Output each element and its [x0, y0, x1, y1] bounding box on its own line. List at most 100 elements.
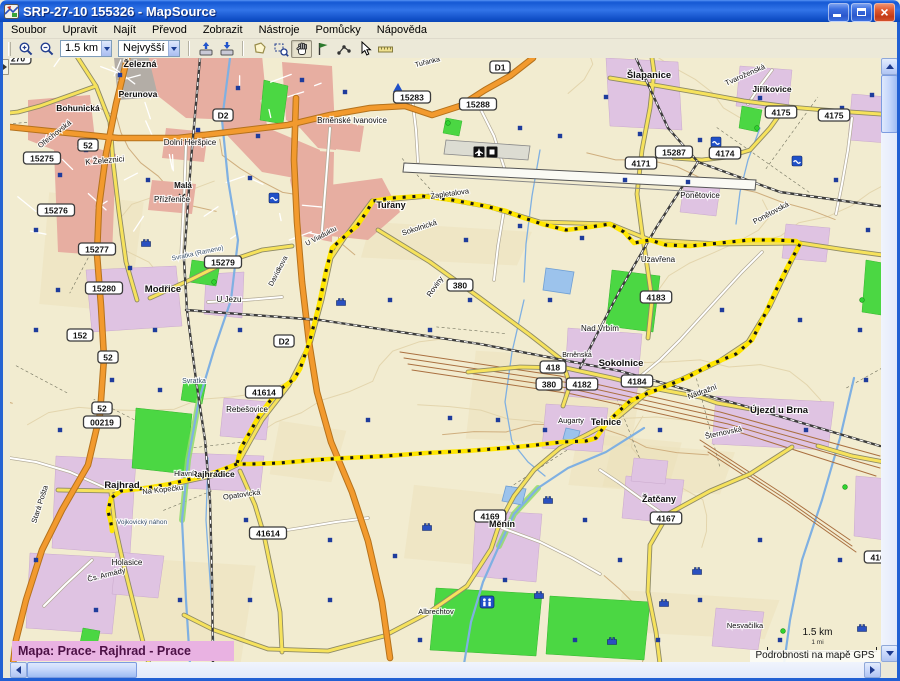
road-shield: 270 [10, 58, 31, 64]
svg-text:Rebešovice: Rebešovice [226, 405, 268, 414]
zoom-out-icon [39, 41, 55, 57]
poi-square-icon [118, 73, 122, 77]
poi-square-icon [300, 78, 304, 82]
svg-text:4184: 4184 [628, 376, 647, 386]
poi-square-icon [178, 598, 182, 602]
scale-combo-button[interactable] [101, 41, 111, 56]
poi-square-icon [158, 388, 162, 392]
poi-square-icon [720, 308, 724, 312]
scroll-left-button[interactable] [10, 662, 27, 678]
menu-item-zobrazit[interactable]: Zobrazit [195, 22, 251, 39]
svg-text:41614: 41614 [256, 528, 280, 538]
scroll-down-button[interactable] [881, 645, 898, 662]
mapsource-window: SRP-27-10 155326 - MapSource × Soubor Up… [0, 0, 900, 681]
road-shield: D2 [213, 109, 233, 121]
poi-square-icon [34, 558, 38, 562]
map-tool-button[interactable] [249, 40, 270, 58]
road-shield: 380 [536, 378, 562, 390]
scroll-up-button[interactable] [881, 58, 898, 75]
zoom-region-tool-button[interactable] [270, 40, 291, 58]
poi-square-icon [858, 328, 862, 332]
scrollbar-corner [881, 662, 898, 678]
poi-square-icon [804, 428, 808, 432]
svg-text:15279: 15279 [211, 257, 235, 267]
hand-pan-icon [294, 41, 310, 57]
menu-item-nastroje[interactable]: Nástroje [251, 22, 308, 39]
poi-square-icon [758, 538, 762, 542]
hand-pan-tool-button[interactable] [291, 40, 312, 58]
svg-text:4171: 4171 [632, 158, 651, 168]
app-icon [4, 4, 19, 19]
menu-bar: Soubor Upravit Najít Převod Zobrazit Nás… [3, 22, 897, 39]
menu-item-prevod[interactable]: Převod [144, 22, 195, 39]
svg-text:Rajhradice: Rajhradice [191, 469, 235, 479]
road-shield: 15276 [38, 204, 75, 216]
airport-icon [487, 147, 498, 158]
route-tool-button[interactable] [333, 40, 354, 58]
map-scale-value: 1.5 km [61, 41, 101, 56]
detail-combo-button[interactable] [168, 41, 179, 56]
svg-text:4166: 4166 [871, 552, 881, 562]
chevron-down-icon [104, 47, 110, 51]
svg-text:Bohunická: Bohunická [56, 103, 100, 113]
poi-square-icon [196, 128, 200, 132]
svg-text:4167: 4167 [657, 513, 676, 523]
scroll-right-button[interactable] [864, 662, 881, 678]
horizontal-scroll-thumb[interactable] [27, 662, 137, 678]
poi-square-icon [698, 138, 702, 142]
svg-text:Tuřany: Tuřany [376, 200, 405, 210]
menu-item-upravit[interactable]: Upravit [54, 22, 105, 39]
map-tool-icon [252, 41, 268, 57]
zoom-region-tool-icon [273, 41, 289, 57]
poi-square-icon [256, 134, 260, 138]
waypoint-flag-tool-button[interactable] [312, 40, 333, 58]
close-button[interactable]: × [874, 3, 895, 22]
green-dot-icon [212, 280, 217, 285]
distance-ruler-tool-button[interactable] [375, 40, 396, 58]
horizontal-scrollbar[interactable] [10, 662, 881, 678]
road-shield: D2 [274, 335, 294, 347]
svg-text:Měnín: Měnín [489, 519, 515, 529]
svg-text:52: 52 [83, 140, 93, 150]
poi-square-icon [343, 90, 347, 94]
poi-square-icon [558, 134, 562, 138]
menu-item-soubor[interactable]: Soubor [3, 22, 54, 39]
send-to-device-button[interactable] [195, 40, 216, 58]
map-scale-combo[interactable]: 1.5 km [60, 40, 112, 57]
svg-text:Brněnské Ivanovice: Brněnské Ivanovice [317, 116, 387, 125]
vertical-scrollbar[interactable] [881, 58, 898, 662]
menu-item-najit[interactable]: Najít [105, 22, 144, 39]
menu-item-pomucky[interactable]: Pomůcky [308, 22, 369, 39]
minimize-button[interactable] [828, 3, 849, 22]
menu-item-napoveda[interactable]: Nápověda [369, 22, 435, 39]
road-shield: 15280 [86, 282, 123, 294]
toolbar-separator [242, 41, 244, 56]
flag-icon [315, 41, 331, 57]
zoom-in-button[interactable] [15, 40, 36, 58]
road-shield: 52 [78, 139, 98, 151]
svg-text:Uzavřena: Uzavřena [641, 255, 676, 264]
map-detail-combo[interactable]: Nejvyšší [118, 40, 180, 57]
selection-arrow-tool-button[interactable] [354, 40, 375, 58]
arrow-down-icon [886, 651, 894, 656]
poi-square-icon [34, 228, 38, 232]
road-shield: 41614 [250, 527, 287, 539]
poi-square-icon [834, 178, 838, 182]
road-shield: 4174 [709, 147, 740, 159]
restore-button[interactable] [851, 3, 872, 22]
map-canvas[interactable]: 2701527552152761527715280152791525252002… [10, 58, 881, 662]
svg-text:Jiříkovice: Jiříkovice [752, 84, 791, 94]
poi-square-icon [248, 176, 252, 180]
title-bar[interactable]: SRP-27-10 155326 - MapSource × [0, 0, 900, 22]
poi-square-icon [798, 318, 802, 322]
svg-text:Albrechtov: Albrechtov [418, 607, 454, 616]
svg-text:4182: 4182 [573, 379, 592, 389]
vertical-scroll-thumb[interactable] [881, 75, 898, 133]
poi-square-icon [658, 428, 662, 432]
svg-text:Hlavní: Hlavní [174, 471, 194, 478]
arrow-up-icon [886, 64, 894, 69]
toolbar-grip [8, 42, 11, 56]
expand-panel-icon [3, 64, 7, 70]
zoom-out-button[interactable] [36, 40, 57, 58]
receive-from-device-button[interactable] [216, 40, 237, 58]
